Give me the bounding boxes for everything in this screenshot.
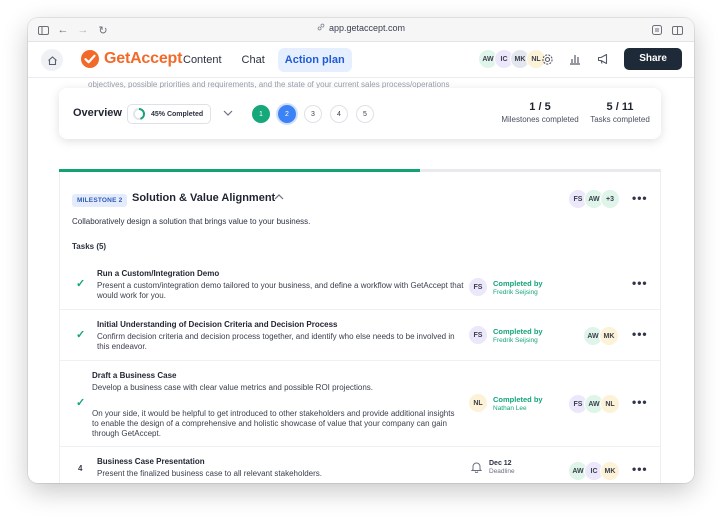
chevron-up-icon[interactable] (274, 192, 284, 203)
task-more-icon[interactable]: ••• (632, 396, 647, 409)
progress-ring-icon (133, 108, 145, 120)
completed-label: Completed by (493, 326, 543, 336)
milestone-more-icon[interactable]: ••• (632, 192, 647, 205)
reader-icon[interactable] (650, 23, 664, 37)
task-assignees[interactable]: FS AW NL (568, 394, 620, 414)
task-assignees[interactable]: AW MK (583, 326, 619, 346)
task-row[interactable]: ✓ Initial Understanding of Decision Crit… (60, 310, 660, 361)
browser-window: ← → ↻ app.getaccept.com GetAccept Conten… (28, 18, 694, 483)
header-actions: Share (540, 48, 682, 70)
task-title[interactable]: Initial Understanding of Decision Criter… (97, 320, 338, 329)
milestone-step-3[interactable]: 3 (304, 105, 322, 123)
home-button[interactable] (41, 49, 63, 71)
milestone-title: Solution & Value Alignment (132, 192, 276, 204)
completed-name: Fredrik Seijsing (493, 288, 538, 296)
action-plan-content[interactable]: objectives, possible priorities and requ… (28, 78, 694, 483)
megaphone-icon[interactable] (596, 52, 610, 66)
avatar[interactable]: MK (600, 461, 620, 481)
check-icon[interactable]: ✓ (76, 277, 85, 290)
app-header: GetAccept Content Chat Action plan AW IC… (28, 42, 694, 78)
avatar[interactable]: NL (600, 394, 620, 414)
avatar: FS (468, 325, 488, 345)
browser-chrome: ← → ↻ app.getaccept.com (28, 18, 694, 42)
home-icon (47, 55, 57, 65)
share-button[interactable]: Share (624, 48, 682, 70)
task-title[interactable]: Draft a Business Case (92, 371, 176, 380)
logo-text: GetAccept (104, 50, 183, 67)
tasks-stat: 5 / 11 Tasks completed (587, 101, 653, 124)
task-title[interactable]: Run a Custom/Integration Demo (97, 269, 219, 278)
task-number[interactable]: 4 (78, 464, 82, 473)
link-icon (317, 23, 325, 33)
address-bar[interactable]: app.getaccept.com (28, 23, 694, 33)
avatar: FS (468, 277, 488, 297)
task-row[interactable]: ✓ Run a Custom/Integration Demo Present … (60, 259, 660, 310)
completed-by: FS Completed by Fredrik Seijsing (468, 277, 543, 297)
deadline[interactable]: Dec 12 Deadline (468, 459, 515, 475)
completed-name: Nathan Lee (493, 404, 527, 412)
participant-avatars[interactable]: AW IC MK NL (478, 49, 546, 69)
deadline-label: Deadline (489, 467, 515, 475)
analytics-chart-icon[interactable] (568, 52, 582, 66)
task-more-icon[interactable]: ••• (632, 277, 647, 290)
completion-pill[interactable]: 45% Completed (127, 104, 212, 124)
url-text: app.getaccept.com (328, 23, 406, 33)
completed-by: FS Completed by Fredrik Seijsing (468, 325, 543, 345)
milestones-label: Milestones completed (501, 115, 579, 124)
task-more-icon[interactable]: ••• (632, 463, 647, 476)
completed-name: Fredrik Seijsing (493, 336, 538, 344)
tasks-label: Tasks completed (590, 115, 650, 124)
avatar[interactable]: MK (599, 326, 619, 346)
completed-by: NL Completed by Nathan Lee (468, 393, 543, 413)
task-assignees[interactable]: AW IC MK (568, 461, 620, 481)
completed-label: Completed by (493, 394, 543, 404)
task-description-extended: On your side, it would be helpful to get… (92, 409, 455, 438)
chevron-down-icon[interactable] (223, 108, 233, 119)
milestone-description: Collaboratively design a solution that b… (72, 217, 311, 226)
main-nav: Content Chat Action plan (176, 48, 352, 72)
task-more-icon[interactable]: ••• (632, 328, 647, 341)
bell-icon (468, 459, 484, 475)
milestone-step-4[interactable]: 4 (330, 105, 348, 123)
task-row[interactable]: ✓ Draft a Business Case Develop a busine… (60, 361, 660, 447)
milestone-steps: 1 2 3 4 5 (252, 105, 374, 123)
tabs-overview-icon[interactable] (670, 23, 684, 37)
milestones-value: 1 / 5 (529, 101, 551, 113)
milestone-card: MILESTONE 2 Solution & Value Alignment F… (59, 172, 661, 483)
milestone-avatars[interactable]: FS AW +3 (568, 189, 620, 209)
tasks-heading: Tasks (5) (72, 242, 107, 251)
milestone-step-1[interactable]: 1 (252, 105, 270, 123)
deadline-date: Dec 12 (489, 459, 512, 467)
tab-content[interactable]: Content (176, 48, 229, 72)
milestone-step-5[interactable]: 5 (356, 105, 374, 123)
overview-title: Overview (73, 107, 122, 119)
check-icon[interactable]: ✓ (76, 396, 85, 409)
task-description: Develop a business case with clear value… (92, 383, 374, 392)
getaccept-logo: GetAccept (80, 49, 182, 69)
task-description: Confirm decision criteria and decision p… (97, 332, 455, 351)
task-description: Present a custom/integration demo tailor… (97, 281, 464, 300)
avatar-overflow-count[interactable]: +3 (600, 189, 620, 209)
overview-card: Overview 45% Completed 1 2 3 4 5 1 / 5 M… (59, 88, 661, 139)
completion-text: 45% Completed (151, 110, 204, 118)
completed-label: Completed by (493, 278, 543, 288)
task-description: Present the finalized business case to a… (97, 469, 323, 478)
task-row[interactable]: 4 Business Case Presentation Present the… (60, 447, 660, 483)
milestone-step-2[interactable]: 2 (278, 105, 296, 123)
tab-action-plan[interactable]: Action plan (277, 48, 352, 72)
avatar: NL (468, 393, 488, 413)
logo-check-icon (81, 50, 99, 68)
milestone-badge: MILESTONE 2 (72, 194, 128, 207)
tab-chat[interactable]: Chat (235, 48, 272, 72)
settings-gear-icon[interactable] (540, 52, 554, 66)
check-icon[interactable]: ✓ (76, 328, 85, 341)
tasks-value: 5 / 11 (606, 101, 634, 113)
milestones-stat: 1 / 5 Milestones completed (499, 101, 581, 124)
task-title[interactable]: Business Case Presentation (97, 457, 205, 466)
